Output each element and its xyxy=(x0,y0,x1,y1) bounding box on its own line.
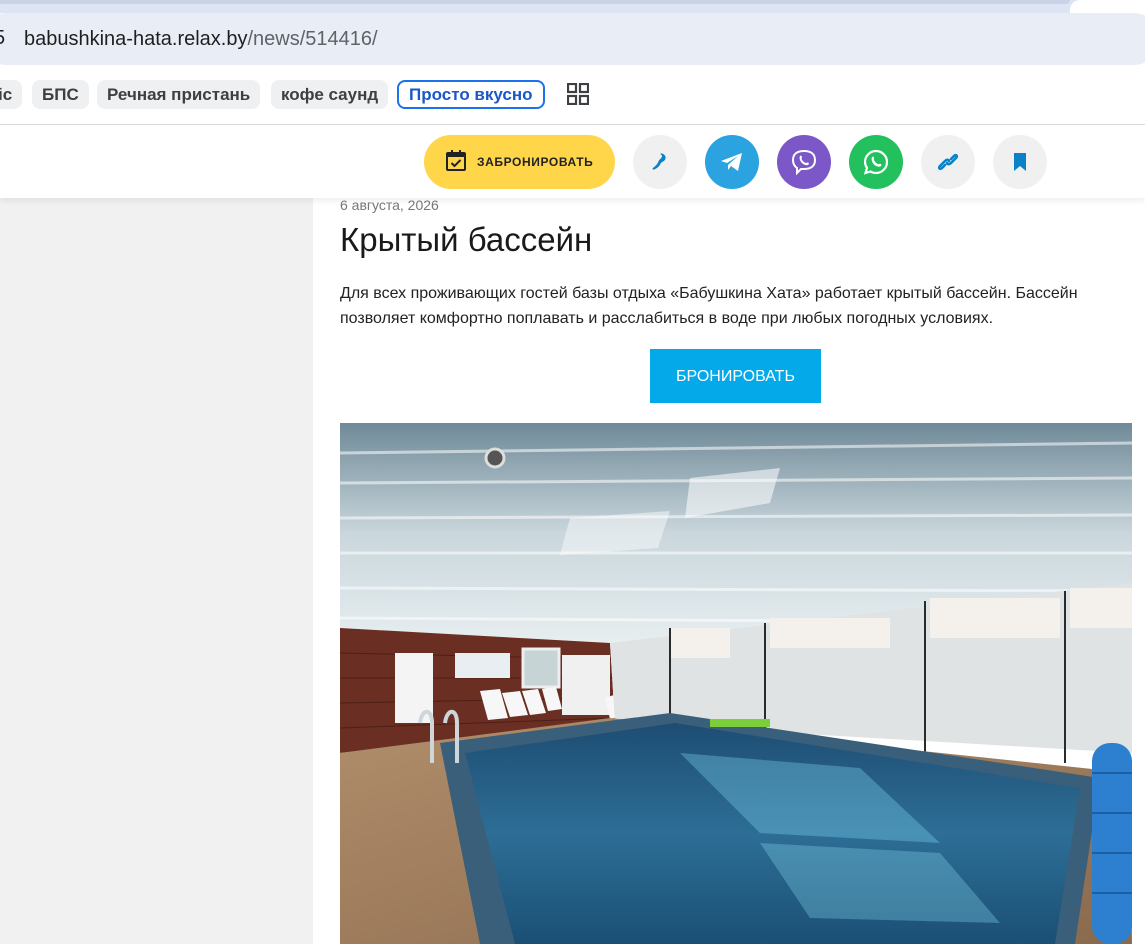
phone-button[interactable] xyxy=(633,135,687,189)
calendar-check-icon xyxy=(446,150,466,171)
tab-strip-edge xyxy=(0,0,1070,4)
viber-button[interactable] xyxy=(777,135,831,189)
article-title: Крытый бассейн xyxy=(340,221,593,258)
tab-strip xyxy=(0,0,1145,13)
url-path: /news/514416/ xyxy=(247,28,378,50)
viber-icon xyxy=(791,149,817,176)
bookmark-button[interactable] xyxy=(993,135,1047,189)
bookmark-chip[interactable]: іс xyxy=(0,80,23,109)
url-text[interactable]: babushkina-hata.relax.by/news/514416/ xyxy=(24,27,378,51)
whatsapp-icon xyxy=(863,149,889,175)
article-text: Для всех проживающих гостей базы отдыха … xyxy=(340,285,1078,327)
pool-photo xyxy=(340,423,1132,944)
whatsapp-button[interactable] xyxy=(849,135,903,189)
bookmark-chip[interactable]: БПС xyxy=(32,80,89,109)
bookmark-icon xyxy=(1014,153,1026,171)
apps-grid-icon[interactable] xyxy=(567,83,589,105)
bookmark-chip[interactable]: Речная пристань xyxy=(97,80,261,109)
browser-toolbar: 5 babushkina-hata.relax.by/news/514416/ xyxy=(0,13,1145,65)
link-icon xyxy=(937,153,959,171)
bookmark-chip[interactable]: кофе саунд xyxy=(271,80,389,109)
bookmarks-bar: іс БПС Речная пристань кофе саунд Просто… xyxy=(0,65,1145,125)
sticky-header: ЗАБРОНИРОВАТЬ xyxy=(0,125,1145,198)
tab-corner xyxy=(1070,0,1145,13)
bookmark-chip-active[interactable]: Просто вкусно xyxy=(397,80,545,109)
book-now-button[interactable]: ЗАБРОНИРОВАТЬ xyxy=(424,135,615,189)
telegram-icon xyxy=(721,153,742,171)
url-host: babushkina-hata.relax.by xyxy=(24,28,248,50)
phone-icon xyxy=(652,153,666,170)
site-info-icon[interactable]: 5 xyxy=(0,26,8,50)
book-now-label: ЗАБРОНИРОВАТЬ xyxy=(477,155,594,169)
article-date: 6 августа, 2026 xyxy=(340,197,439,213)
telegram-button[interactable] xyxy=(705,135,759,189)
share-link-button[interactable] xyxy=(921,135,975,189)
book-button[interactable]: БРОНИРОВАТЬ xyxy=(650,349,821,403)
